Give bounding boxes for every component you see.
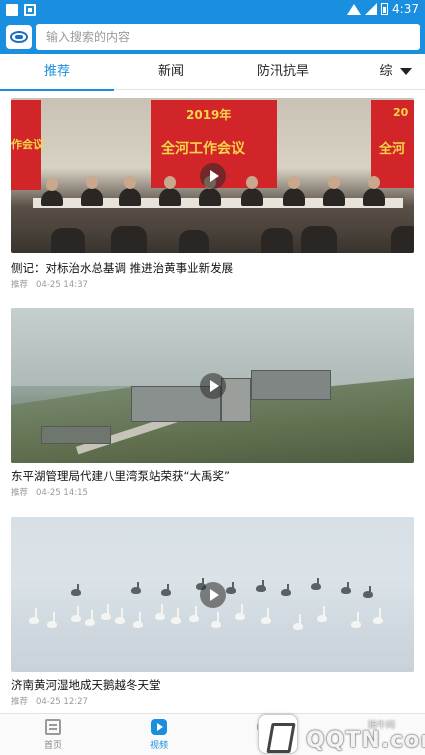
nav-label: 视频 [149, 741, 168, 751]
video-thumbnail[interactable] [11, 517, 414, 672]
dropdown-arrow-icon[interactable] [400, 68, 412, 75]
nav-label: 首页 [43, 741, 62, 751]
banner-text: 20 [393, 106, 409, 119]
video-time: 04-25 14:15 [36, 488, 88, 498]
play-icon[interactable] [199, 581, 226, 608]
video-item[interactable]: 济南黄河湿地成天鹅越冬天堂 推荐 04-25 12:27 [0, 517, 425, 713]
notification-icon [24, 4, 36, 16]
status-time: 4:37 [392, 2, 419, 16]
banner-text: 2019年 [186, 108, 232, 122]
video-thumbnail[interactable]: 作会议 2019年 全河工作会议 20 全河 [11, 98, 414, 253]
video-meta: 推荐 04-25 14:15 [11, 486, 88, 498]
status-bar: 4:37 [0, 0, 425, 20]
video-title[interactable]: 济南黄河湿地成天鹅越冬天堂 [11, 677, 161, 693]
video-thumbnail[interactable] [11, 308, 414, 463]
notification-icon [6, 4, 18, 16]
category-tabs: 推荐 新闻 防汛抗旱 综 [0, 54, 425, 91]
nav-home[interactable]: 首页 [0, 714, 106, 755]
video-tag: 推荐 [11, 488, 29, 498]
video-icon [151, 719, 167, 735]
video-item[interactable]: 作会议 2019年 全河工作会议 20 全河 侧记：对标治水总基调 推进治黄事业… [0, 98, 425, 294]
video-meta: 推荐 04-25 12:27 [11, 695, 88, 707]
banner-text: 全河工作会议 [161, 141, 245, 157]
signal-icon [365, 3, 378, 15]
banner-text: 全河 [379, 142, 406, 157]
app-bar: 输入搜索的内容 [0, 20, 425, 54]
banner-text: 作会议 [11, 138, 44, 151]
wifi-icon [347, 3, 362, 15]
video-time: 04-25 14:37 [36, 280, 88, 290]
video-time: 04-25 12:27 [36, 697, 88, 707]
video-tag: 推荐 [11, 280, 29, 290]
search-input[interactable]: 输入搜索的内容 [36, 24, 420, 50]
app-logo-icon[interactable] [6, 25, 32, 49]
nav-video[interactable]: 视频 [106, 714, 212, 755]
home-icon [45, 719, 61, 735]
video-item[interactable]: 东平湖管理局代建八里湾泵站荣获“大禹奖” 推荐 04-25 14:15 [0, 308, 425, 504]
watermark-logo-icon [258, 714, 298, 754]
play-icon[interactable] [199, 372, 226, 399]
video-tag: 推荐 [11, 697, 29, 707]
tab-recommend[interactable]: 推荐 [0, 54, 114, 91]
video-title[interactable]: 侧记：对标治水总基调 推进治黄事业新发展 [11, 260, 233, 276]
tab-news[interactable]: 新闻 [114, 54, 228, 90]
status-right: 4:37 [347, 2, 419, 16]
tab-partial[interactable]: 综 [376, 54, 396, 90]
battery-icon [381, 3, 389, 15]
tab-flood-control[interactable]: 防汛抗旱 [228, 54, 338, 90]
watermark-text: QQTN.com [306, 728, 425, 753]
play-icon[interactable] [199, 162, 226, 189]
video-title[interactable]: 东平湖管理局代建八里湾泵站荣获“大禹奖” [11, 468, 230, 484]
video-meta: 推荐 04-25 14:37 [11, 278, 88, 290]
watermark: 腾牛网 QQTN.com [258, 712, 425, 755]
